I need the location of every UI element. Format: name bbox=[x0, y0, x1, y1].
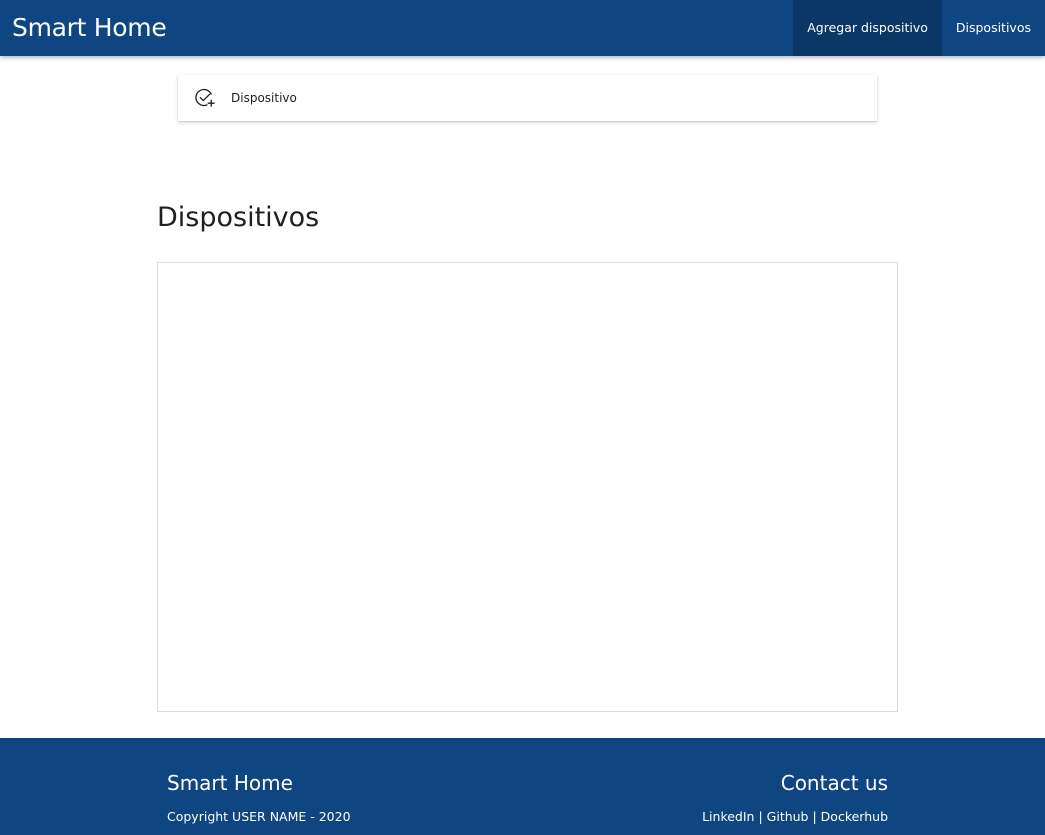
top-navbar: Smart Home Agregar dispositivo Dispositi… bbox=[0, 0, 1045, 56]
nav-item-add-device[interactable]: Agregar dispositivo bbox=[793, 0, 942, 56]
page-title: Dispositivos bbox=[157, 202, 320, 233]
add-device-button[interactable]: Dispositivo bbox=[178, 75, 309, 121]
footer-copyright: Copyright USER NAME - 2020 bbox=[167, 809, 351, 824]
add-device-label: Dispositivo bbox=[231, 91, 297, 105]
footer-brand: Smart Home bbox=[167, 771, 293, 795]
dockerhub-link[interactable]: Dockerhub bbox=[821, 809, 888, 824]
linkedin-link[interactable]: LinkedIn bbox=[702, 809, 754, 824]
footer-contact-title: Contact us bbox=[780, 771, 888, 795]
nav-item-devices[interactable]: Dispositivos bbox=[942, 0, 1045, 56]
main-nav: Agregar dispositivo Dispositivos bbox=[793, 0, 1045, 56]
add-check-circle-icon bbox=[194, 87, 216, 109]
link-separator: | bbox=[754, 809, 767, 824]
github-link[interactable]: Github bbox=[767, 809, 809, 824]
footer: Smart Home Copyright USER NAME - 2020 Co… bbox=[0, 738, 1045, 835]
device-list-panel bbox=[157, 262, 898, 712]
footer-links: LinkedIn | Github | Dockerhub bbox=[702, 809, 888, 825]
command-bar: Dispositivo bbox=[178, 75, 877, 121]
link-separator: | bbox=[808, 809, 821, 824]
brand-title[interactable]: Smart Home bbox=[12, 12, 167, 44]
